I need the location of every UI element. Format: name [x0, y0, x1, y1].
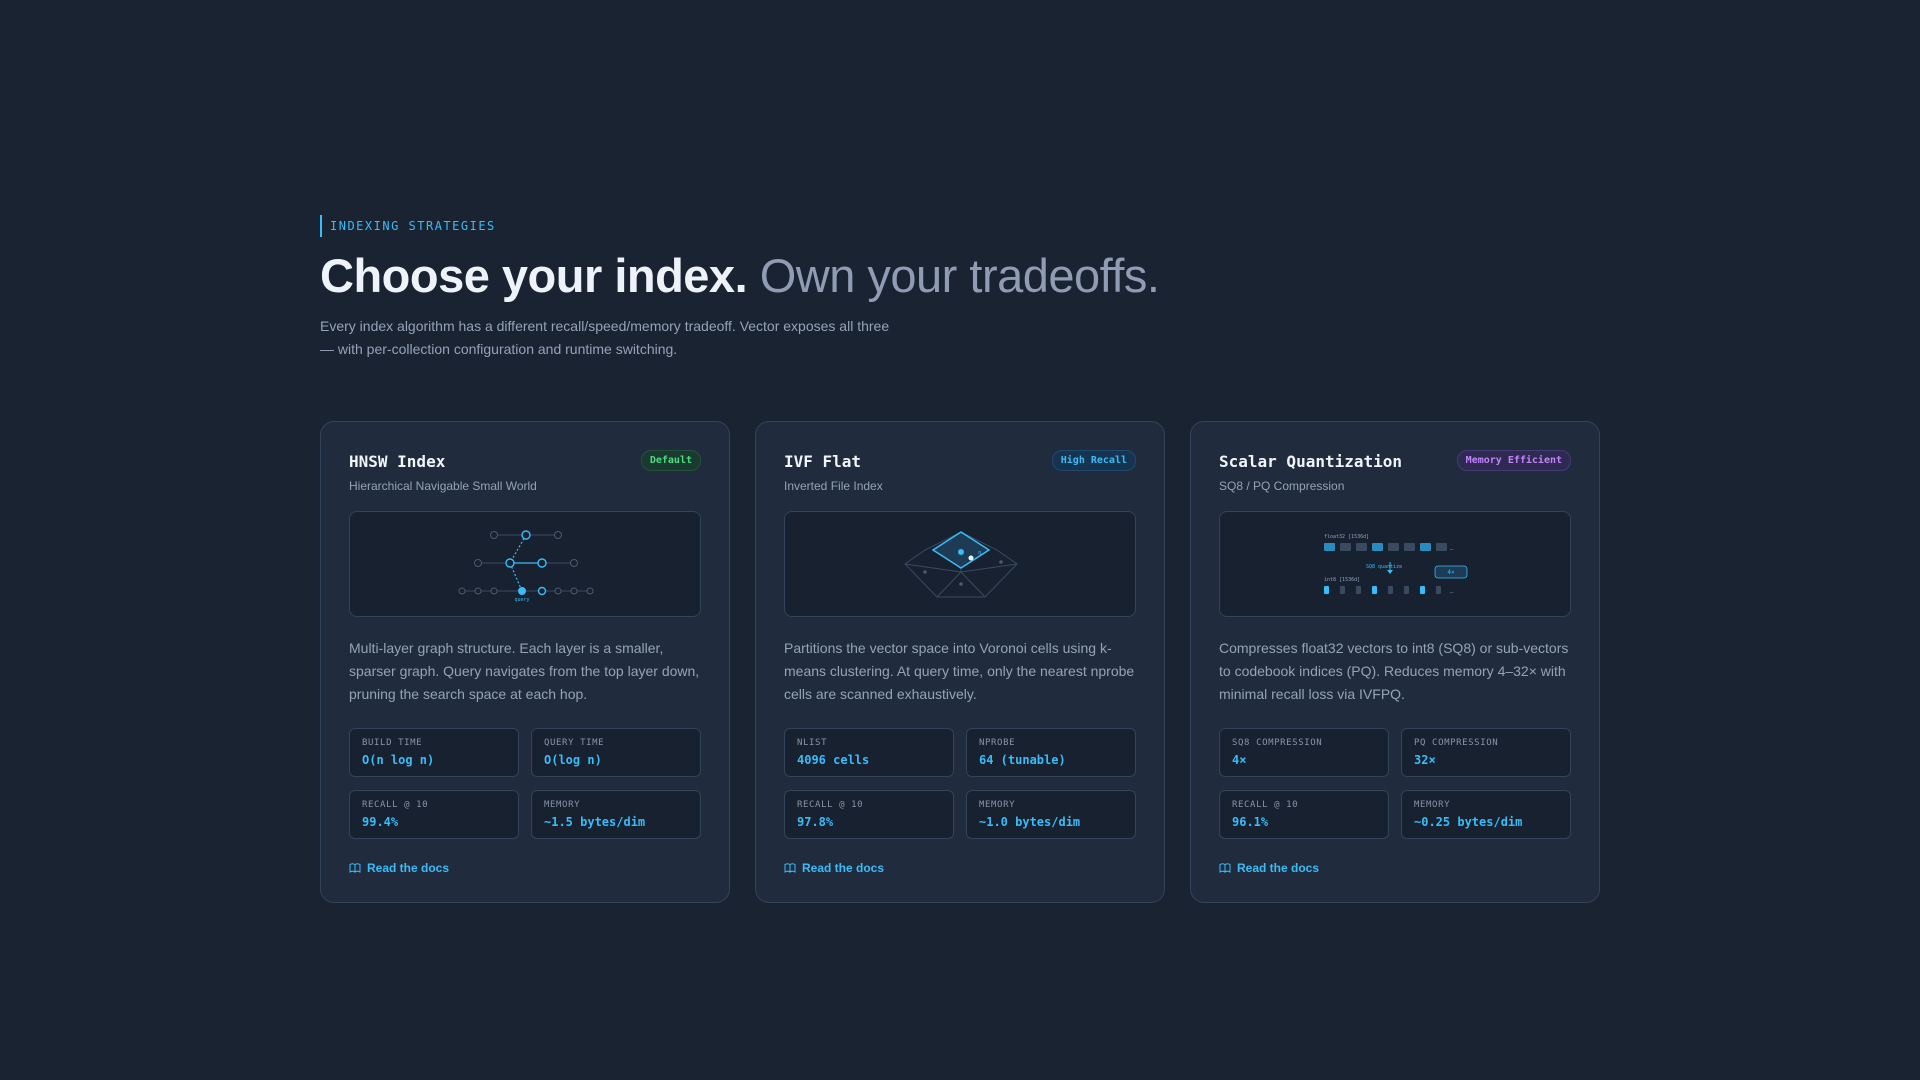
- stat-label: RECALL @ 10: [1232, 800, 1299, 810]
- stat-nlist: NLIST 4096 cells: [784, 728, 954, 777]
- stat-value: 64 (tunable): [979, 753, 1066, 767]
- book-icon: [349, 863, 361, 873]
- stat-label: SQ8 COMPRESSION: [1232, 738, 1323, 748]
- card-title: IVF Flat: [784, 452, 862, 471]
- stat-label: PQ COMPRESSION: [1414, 738, 1499, 748]
- read-docs-link[interactable]: Read the docs: [1219, 861, 1571, 875]
- stats-grid: BUILD TIME O(n log n) QUERY TIME O(log n…: [349, 728, 701, 839]
- book-icon: [784, 863, 796, 873]
- read-docs-label: Read the docs: [1237, 861, 1320, 875]
- high-recall-badge: High Recall: [1051, 450, 1136, 471]
- index-cards: HNSW Index Default Hierarchical Navigabl…: [320, 421, 1600, 903]
- read-docs-label: Read the docs: [367, 861, 450, 875]
- hnsw-graph-illustration: query: [349, 511, 701, 617]
- stat-value: 32×: [1414, 753, 1436, 767]
- stat-value: 96.1%: [1232, 815, 1269, 829]
- stat-recall: RECALL @ 10 97.8%: [784, 790, 954, 839]
- quantization-illustration: float32 [1536d] … SQ8 quantize 4× int8 […: [1219, 511, 1571, 617]
- query-point-label: q: [978, 550, 981, 556]
- stat-memory: MEMORY ~1.0 bytes/dim: [966, 790, 1136, 839]
- page-title: Choose your index. Own your tradeoffs.: [320, 247, 1600, 305]
- quantize-label: SQ8 quantize: [1366, 564, 1402, 570]
- stat-pq-compression: PQ COMPRESSION 32×: [1401, 728, 1571, 777]
- stat-nprobe: NPROBE 64 (tunable): [966, 728, 1136, 777]
- page-subtitle: Every index algorithm has a different re…: [320, 318, 890, 357]
- title-strong: Choose your index.: [320, 249, 748, 302]
- stat-build-time: BUILD TIME O(n log n): [349, 728, 519, 777]
- svg-text:…: …: [1450, 588, 1454, 595]
- default-badge: Default: [640, 450, 701, 471]
- card-subtitle: Hierarchical Navigable Small World: [349, 479, 537, 493]
- stat-value: ~0.25 bytes/dim: [1414, 815, 1523, 829]
- stat-value: O(log n): [544, 753, 602, 767]
- card-description: Partitions the vector space into Voronoi…: [784, 640, 1135, 702]
- stats-grid: SQ8 COMPRESSION 4× PQ COMPRESSION 32× RE…: [1219, 728, 1571, 839]
- compression-ratio-label: 4×: [1447, 569, 1455, 576]
- memory-efficient-badge: Memory Efficient: [1456, 450, 1571, 471]
- stat-value: ~1.0 bytes/dim: [979, 815, 1081, 829]
- stat-memory: MEMORY ~0.25 bytes/dim: [1401, 790, 1571, 839]
- book-icon: [1219, 863, 1231, 873]
- int8-label: int8 [1536d]: [1324, 577, 1360, 583]
- title-soft: Own your tradeoffs.: [759, 249, 1160, 302]
- scalar-quantization-card: Scalar Quantization Memory Efficient SQ8…: [1190, 421, 1600, 903]
- ivf-card: IVF Flat High Recall Inverted File Index: [755, 421, 1165, 903]
- hnsw-card: HNSW Index Default Hierarchical Navigabl…: [320, 421, 730, 903]
- card-title: HNSW Index: [349, 452, 446, 471]
- stat-value: 99.4%: [362, 815, 399, 829]
- stat-value: O(n log n): [362, 753, 435, 767]
- stat-label: NLIST: [797, 738, 828, 748]
- query-label: query: [514, 597, 529, 603]
- stat-recall: RECALL @ 10 99.4%: [349, 790, 519, 839]
- stat-label: BUILD TIME: [362, 738, 423, 748]
- stat-label: MEMORY: [979, 800, 1016, 810]
- stat-value: ~1.5 bytes/dim: [544, 815, 646, 829]
- card-subtitle: Inverted File Index: [784, 479, 883, 493]
- read-docs-label: Read the docs: [802, 861, 885, 875]
- stat-memory: MEMORY ~1.5 bytes/dim: [531, 790, 701, 839]
- card-description: Multi-layer graph structure. Each layer …: [349, 640, 700, 702]
- stat-label: RECALL @ 10: [362, 800, 429, 810]
- stat-value: 4096 cells: [797, 753, 870, 767]
- read-docs-link[interactable]: Read the docs: [349, 861, 701, 875]
- card-subtitle: SQ8 / PQ Compression: [1219, 479, 1345, 493]
- stat-sq8-compression: SQ8 COMPRESSION 4×: [1219, 728, 1389, 777]
- card-title: Scalar Quantization: [1219, 452, 1403, 471]
- stat-label: QUERY TIME: [544, 738, 605, 748]
- stat-label: RECALL @ 10: [797, 800, 864, 810]
- section-eyebrow: INDEXING STRATEGIES: [320, 215, 496, 237]
- indexing-strategies-section: INDEXING STRATEGIES Choose your index. O…: [320, 215, 1600, 361]
- stat-recall: RECALL @ 10 96.1%: [1219, 790, 1389, 839]
- stat-value: 4×: [1232, 753, 1247, 767]
- stats-grid: NLIST 4096 cells NPROBE 64 (tunable) REC…: [784, 728, 1136, 839]
- read-docs-link[interactable]: Read the docs: [784, 861, 1136, 875]
- stat-label: NPROBE: [979, 738, 1016, 748]
- stat-label: MEMORY: [544, 800, 581, 810]
- svg-text:…: …: [1450, 545, 1454, 552]
- stat-label: MEMORY: [1414, 800, 1451, 810]
- stat-value: 97.8%: [797, 815, 834, 829]
- stat-query-time: QUERY TIME O(log n): [531, 728, 701, 777]
- ivf-voronoi-illustration: q: [784, 511, 1136, 617]
- card-description: Compresses float32 vectors to int8 (SQ8)…: [1219, 640, 1569, 702]
- float32-label: float32 [1536d]: [1324, 534, 1369, 540]
